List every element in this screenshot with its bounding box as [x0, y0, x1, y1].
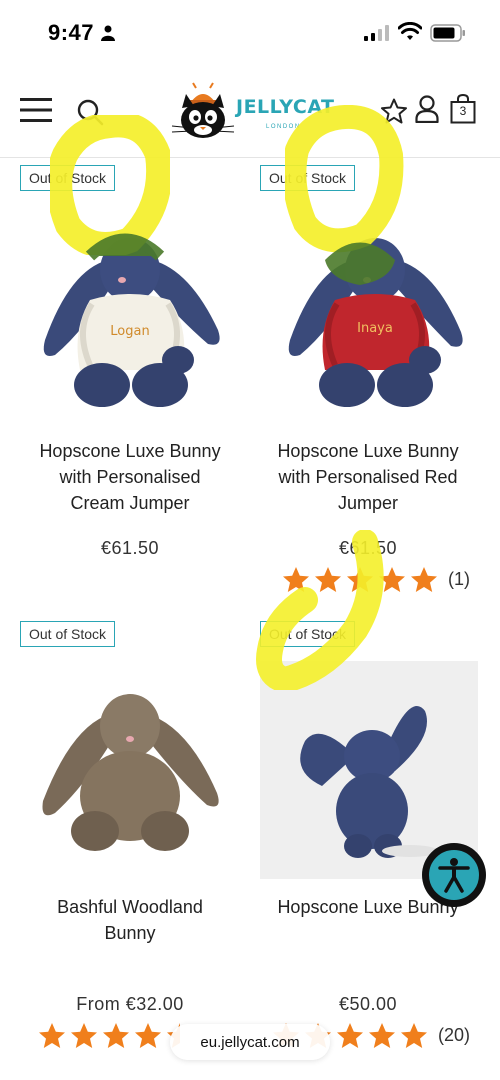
product-name-line: Bashful Woodland: [57, 897, 203, 917]
product-card[interactable]: Out of Stock Bashful Woodland Bunny From…: [0, 616, 240, 1056]
product-rating[interactable]: (1): [282, 566, 470, 593]
cellular-signal-icon: [364, 25, 389, 41]
browser-url-bar[interactable]: eu.jellycat.com: [170, 1024, 330, 1060]
product-image[interactable]: Inaya: [275, 220, 475, 410]
status-time: 9:47: [48, 20, 95, 45]
product-name-line: with Personalised Red: [278, 467, 458, 487]
product-name-line: Hopscone Luxe Bunny: [39, 441, 221, 461]
star-full-icon: [379, 567, 405, 592]
out-of-stock-badge: Out of Stock: [20, 165, 116, 191]
star-full-icon: [411, 567, 437, 592]
product-name-line: Bunny: [104, 923, 156, 943]
logo-subtext: LONDON: [266, 124, 301, 130]
accessibility-inner: [427, 848, 481, 902]
star-full-icon: [369, 1023, 395, 1048]
jumper-name-text: Inaya: [357, 321, 393, 336]
cart-count: 3: [459, 104, 467, 118]
person-icon: [101, 25, 115, 41]
search-icon[interactable]: [76, 98, 104, 126]
product-card[interactable]: Out of Stock Hopscone Luxe Bunny €50.00 …: [250, 616, 490, 1056]
product-price: €50.00: [338, 994, 398, 1014]
wifi-icon: [398, 22, 422, 40]
accessibility-person-icon: [438, 858, 470, 893]
rating-count: (20): [438, 1025, 471, 1045]
product-price: From €32.00: [76, 994, 184, 1014]
product-image[interactable]: [35, 681, 225, 861]
site-header: JELLYCAT LONDON 3: [0, 70, 500, 158]
product-name[interactable]: Bashful Woodland Bunny: [15, 894, 245, 946]
star-full-icon: [315, 567, 341, 592]
star-full-icon: [337, 1023, 363, 1048]
product-price: €61.50: [338, 538, 398, 558]
rating-count: (1): [448, 569, 470, 589]
star-full-icon: [347, 567, 373, 592]
product-name-line: Jumper: [337, 493, 399, 513]
star-full-icon: [135, 1023, 161, 1048]
battery-icon: [430, 24, 465, 42]
out-of-stock-badge: Out of Stock: [20, 621, 116, 647]
product-name-line: Hopscone Luxe Bunny: [277, 441, 459, 461]
product-name-line: Cream Jumper: [70, 493, 190, 513]
status-bar: 9:47: [0, 0, 500, 64]
product-image[interactable]: Logan: [30, 220, 230, 410]
wishlist-star-icon[interactable]: [380, 98, 408, 124]
cat-logo-icon: [171, 82, 235, 138]
star-full-icon: [283, 567, 309, 592]
star-full-icon: [103, 1023, 129, 1048]
menu-icon[interactable]: [20, 97, 52, 123]
star-full-icon: [71, 1023, 97, 1048]
product-name[interactable]: Hopscone Luxe Bunny with Personalised Cr…: [15, 438, 245, 516]
product-name[interactable]: Hopscone Luxe Bunny with Personalised Re…: [253, 438, 483, 516]
out-of-stock-badge: Out of Stock: [260, 165, 356, 191]
star-full-icon: [401, 1023, 427, 1048]
out-of-stock-badge: Out of Stock: [260, 621, 356, 647]
product-card[interactable]: Out of Stock Logan Hopscone Luxe Bunny w…: [0, 160, 240, 580]
logo-text: JELLYCAT: [236, 96, 335, 118]
product-price: €61.50: [100, 538, 160, 558]
accessibility-button[interactable]: [422, 843, 486, 907]
star-full-icon: [39, 1023, 65, 1048]
jumper-name-text: Logan: [110, 324, 149, 339]
jellycat-logo[interactable]: JELLYCAT LONDON: [170, 82, 340, 144]
cart-button[interactable]: 3: [450, 94, 476, 124]
product-name-line: with Personalised: [59, 467, 201, 487]
account-icon[interactable]: [415, 95, 439, 123]
product-card[interactable]: Out of Stock Inaya Hopscone Luxe Bunny w…: [250, 160, 490, 600]
